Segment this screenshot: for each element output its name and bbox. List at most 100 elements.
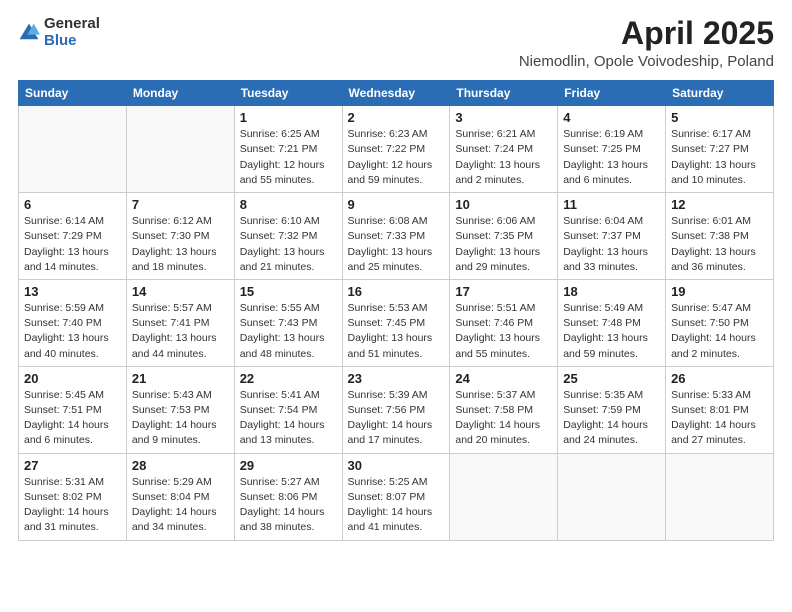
title-month: April 2025 [519, 16, 774, 51]
calendar-week-5: 27Sunrise: 5:31 AMSunset: 8:02 PMDayligh… [19, 453, 774, 540]
calendar-cell-w1-d4: 3 Sunrise: 6:21 AMSunset: 7:24 PMDaylight… [450, 106, 558, 193]
day-number: 10 [455, 197, 552, 212]
day-number: 6 [24, 197, 121, 212]
col-sunday: Sunday [19, 81, 127, 106]
calendar-cell-w1-d5: 4 Sunrise: 6:19 AMSunset: 7:25 PMDaylight… [558, 106, 666, 193]
day-info: Sunrise: 6:06 AMSunset: 7:35 PMDaylight:… [455, 214, 552, 275]
calendar-cell-w3-d0: 13Sunrise: 5:59 AMSunset: 7:40 PMDayligh… [19, 279, 127, 366]
day-info: Sunrise: 6:17 AMSunset: 7:27 PMDaylight:… [671, 127, 768, 188]
calendar-cell-w4-d5: 25Sunrise: 5:35 AMSunset: 7:59 PMDayligh… [558, 366, 666, 453]
day-number: 30 [348, 458, 445, 473]
calendar-cell-w2-d6: 12Sunrise: 6:01 AMSunset: 7:38 PMDayligh… [666, 193, 774, 280]
day-number: 2 [348, 110, 445, 125]
day-info: Sunrise: 6:12 AMSunset: 7:30 PMDaylight:… [132, 214, 229, 275]
day-number: 18 [563, 284, 660, 299]
logo-icon [18, 22, 40, 44]
day-number: 29 [240, 458, 337, 473]
calendar-table: Sunday Monday Tuesday Wednesday Thursday… [18, 80, 774, 540]
col-tuesday: Tuesday [234, 81, 342, 106]
day-info: Sunrise: 5:29 AMSunset: 8:04 PMDaylight:… [132, 475, 229, 536]
day-info: Sunrise: 6:21 AMSunset: 7:24 PMDaylight:… [455, 127, 552, 188]
calendar-cell-w3-d2: 15Sunrise: 5:55 AMSunset: 7:43 PMDayligh… [234, 279, 342, 366]
day-info: Sunrise: 5:33 AMSunset: 8:01 PMDaylight:… [671, 388, 768, 449]
day-number: 19 [671, 284, 768, 299]
day-number: 20 [24, 371, 121, 386]
day-info: Sunrise: 5:43 AMSunset: 7:53 PMDaylight:… [132, 388, 229, 449]
col-saturday: Saturday [666, 81, 774, 106]
calendar-cell-w5-d2: 29Sunrise: 5:27 AMSunset: 8:06 PMDayligh… [234, 453, 342, 540]
calendar-cell-w4-d2: 22 Sunrise: 5:41 AMSunset: 7:54 PMDayligh… [234, 366, 342, 453]
calendar-cell-w5-d4 [450, 453, 558, 540]
calendar-cell-w4-d6: 26 Sunrise: 5:33 AMSunset: 8:01 PMDayligh… [666, 366, 774, 453]
day-info: Sunrise: 5:47 AMSunset: 7:50 PMDaylight:… [671, 301, 768, 362]
calendar-cell-w2-d1: 7 Sunrise: 6:12 AMSunset: 7:30 PMDaylight… [126, 193, 234, 280]
calendar-week-1: 1 Sunrise: 6:25 AMSunset: 7:21 PMDaylight… [19, 106, 774, 193]
day-number: 15 [240, 284, 337, 299]
logo-general: General [44, 16, 100, 33]
day-info: Sunrise: 5:37 AMSunset: 7:58 PMDaylight:… [455, 388, 552, 449]
day-number: 24 [455, 371, 552, 386]
day-info: Sunrise: 6:14 AMSunset: 7:29 PMDaylight:… [24, 214, 121, 275]
calendar-cell-w4-d0: 20Sunrise: 5:45 AMSunset: 7:51 PMDayligh… [19, 366, 127, 453]
day-info: Sunrise: 5:41 AMSunset: 7:54 PMDaylight:… [240, 388, 337, 449]
day-number: 21 [132, 371, 229, 386]
day-info: Sunrise: 5:49 AMSunset: 7:48 PMDaylight:… [563, 301, 660, 362]
col-thursday: Thursday [450, 81, 558, 106]
day-info: Sunrise: 5:39 AMSunset: 7:56 PMDaylight:… [348, 388, 445, 449]
col-friday: Friday [558, 81, 666, 106]
day-number: 7 [132, 197, 229, 212]
day-number: 4 [563, 110, 660, 125]
day-number: 12 [671, 197, 768, 212]
calendar-cell-w2-d5: 11Sunrise: 6:04 AMSunset: 7:37 PMDayligh… [558, 193, 666, 280]
col-wednesday: Wednesday [342, 81, 450, 106]
day-number: 26 [671, 371, 768, 386]
day-info: Sunrise: 6:19 AMSunset: 7:25 PMDaylight:… [563, 127, 660, 188]
day-number: 1 [240, 110, 337, 125]
calendar-cell-w5-d0: 27Sunrise: 5:31 AMSunset: 8:02 PMDayligh… [19, 453, 127, 540]
day-number: 25 [563, 371, 660, 386]
header: General Blue April 2025 Niemodlin, Opole… [18, 16, 774, 70]
calendar-cell-w5-d1: 28 Sunrise: 5:29 AMSunset: 8:04 PMDayligh… [126, 453, 234, 540]
day-info: Sunrise: 5:51 AMSunset: 7:46 PMDaylight:… [455, 301, 552, 362]
day-info: Sunrise: 5:57 AMSunset: 7:41 PMDaylight:… [132, 301, 229, 362]
calendar-cell-w2-d2: 8 Sunrise: 6:10 AMSunset: 7:32 PMDaylight… [234, 193, 342, 280]
calendar-cell-w4-d3: 23 Sunrise: 5:39 AMSunset: 7:56 PMDayligh… [342, 366, 450, 453]
day-number: 22 [240, 371, 337, 386]
logo: General Blue [18, 16, 100, 49]
page: General Blue April 2025 Niemodlin, Opole… [0, 0, 792, 612]
day-number: 3 [455, 110, 552, 125]
calendar-cell-w3-d3: 16 Sunrise: 5:53 AMSunset: 7:45 PMDayligh… [342, 279, 450, 366]
calendar-cell-w4-d1: 21 Sunrise: 5:43 AMSunset: 7:53 PMDayligh… [126, 366, 234, 453]
day-number: 11 [563, 197, 660, 212]
calendar-cell-w3-d4: 17 Sunrise: 5:51 AMSunset: 7:46 PMDayligh… [450, 279, 558, 366]
day-info: Sunrise: 5:59 AMSunset: 7:40 PMDaylight:… [24, 301, 121, 362]
calendar-cell-w1-d3: 2 Sunrise: 6:23 AMSunset: 7:22 PMDaylight… [342, 106, 450, 193]
day-number: 23 [348, 371, 445, 386]
calendar-cell-w5-d5 [558, 453, 666, 540]
day-number: 16 [348, 284, 445, 299]
day-number: 8 [240, 197, 337, 212]
calendar-cell-w2-d4: 10 Sunrise: 6:06 AMSunset: 7:35 PMDayligh… [450, 193, 558, 280]
calendar-cell-w4-d4: 24 Sunrise: 5:37 AMSunset: 7:58 PMDayligh… [450, 366, 558, 453]
day-info: Sunrise: 5:53 AMSunset: 7:45 PMDaylight:… [348, 301, 445, 362]
title-location: Niemodlin, Opole Voivodeship, Poland [519, 53, 774, 70]
calendar-cell-w1-d6: 5 Sunrise: 6:17 AMSunset: 7:27 PMDaylight… [666, 106, 774, 193]
day-number: 5 [671, 110, 768, 125]
day-info: Sunrise: 6:23 AMSunset: 7:22 PMDaylight:… [348, 127, 445, 188]
day-info: Sunrise: 5:31 AMSunset: 8:02 PMDaylight:… [24, 475, 121, 536]
calendar-cell-w3-d1: 14 Sunrise: 5:57 AMSunset: 7:41 PMDayligh… [126, 279, 234, 366]
day-number: 17 [455, 284, 552, 299]
day-info: Sunrise: 6:08 AMSunset: 7:33 PMDaylight:… [348, 214, 445, 275]
day-number: 9 [348, 197, 445, 212]
calendar-cell-w2-d3: 9 Sunrise: 6:08 AMSunset: 7:33 PMDaylight… [342, 193, 450, 280]
calendar-cell-w5-d6 [666, 453, 774, 540]
calendar-cell-w1-d0 [19, 106, 127, 193]
calendar-week-4: 20Sunrise: 5:45 AMSunset: 7:51 PMDayligh… [19, 366, 774, 453]
day-number: 14 [132, 284, 229, 299]
calendar-cell-w1-d2: 1 Sunrise: 6:25 AMSunset: 7:21 PMDaylight… [234, 106, 342, 193]
col-monday: Monday [126, 81, 234, 106]
day-info: Sunrise: 6:25 AMSunset: 7:21 PMDaylight:… [240, 127, 337, 188]
day-number: 28 [132, 458, 229, 473]
day-info: Sunrise: 6:10 AMSunset: 7:32 PMDaylight:… [240, 214, 337, 275]
calendar-cell-w3-d6: 19 Sunrise: 5:47 AMSunset: 7:50 PMDayligh… [666, 279, 774, 366]
